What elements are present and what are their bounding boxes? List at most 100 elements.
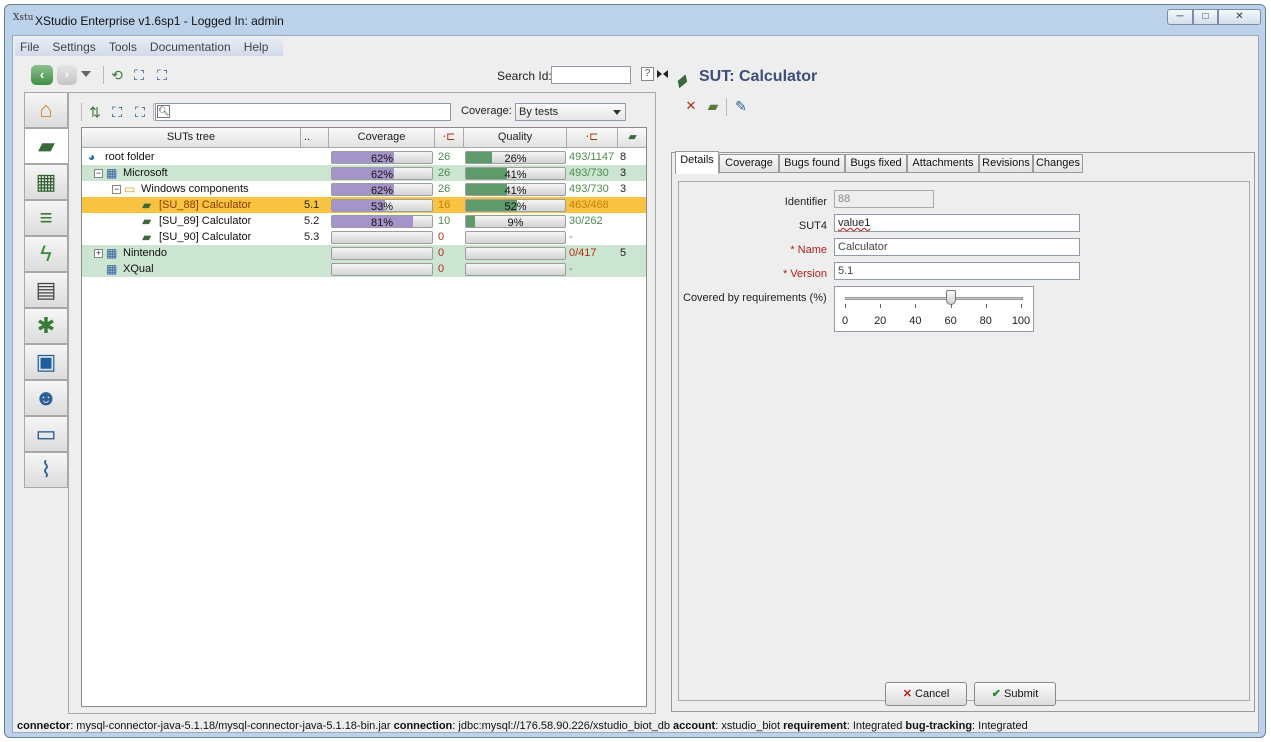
close-button[interactable]: ✕ (1218, 9, 1261, 25)
tab-changes[interactable]: Changes (1033, 154, 1083, 173)
copy-sut-icon[interactable]: ▰ (705, 98, 721, 114)
tab-bugs-found[interactable]: Bugs found (779, 154, 845, 173)
column-header-version[interactable]: .. (301, 128, 329, 148)
collapse-tree-icon[interactable]: ⛶ (132, 104, 148, 120)
tree-row[interactable]: − ▭ Windows components 62% 26 41% 493/730 3 (82, 181, 646, 197)
edit-sut-icon[interactable]: ✎ (733, 98, 749, 114)
requirements-tab[interactable]: ▦ (24, 164, 68, 200)
checkmark-icon: ✔ (991, 688, 1001, 700)
attachments-tab[interactable]: ⌇ (24, 452, 68, 488)
bug-count: 8 (620, 151, 627, 163)
sut-version (304, 245, 328, 261)
cancel-button[interactable]: ✕ Cancel (885, 682, 967, 706)
collapse-icon[interactable]: − (112, 185, 121, 194)
coverage-percent: 53% (370, 201, 394, 212)
expand-icon[interactable]: + (94, 249, 103, 258)
coverage-mode-select[interactable]: By tests (515, 103, 626, 121)
maximize-button[interactable]: □ (1193, 9, 1218, 25)
tests-tab[interactable]: ϟ (24, 236, 68, 272)
tree-row[interactable]: − ▦ Microsoft 62% 26 41% 493/730 3 (82, 165, 646, 181)
name-label: * Name (679, 244, 827, 256)
delete-sut-icon[interactable]: ✕ (683, 98, 699, 114)
refresh-icon[interactable]: ⟲ (109, 67, 125, 83)
submit-button[interactable]: ✔ Submit (974, 682, 1056, 706)
sut4-field[interactable]: value1 (834, 214, 1080, 232)
coverage-count: 26 (438, 183, 451, 195)
agents-tab[interactable]: ▭ (24, 416, 68, 452)
tab-attachments[interactable]: Attachments (907, 154, 979, 173)
coverage-slider[interactable]: 0 20 40 60 80 100 (834, 286, 1034, 332)
search-id-input[interactable] (551, 66, 631, 84)
bugs-tab[interactable]: ✱ (24, 308, 68, 344)
menu-settings[interactable]: Settings (47, 38, 100, 56)
tree-row[interactable]: ▰ [SU_88] Calculator 5.1 53% 16 52% 463/468 (82, 197, 646, 213)
sut-tab[interactable]: ▰ (24, 128, 68, 164)
version-field[interactable]: 5.1 (834, 262, 1080, 280)
sut-icon: ▰ (38, 133, 55, 158)
menu-tools[interactable]: Tools (104, 38, 142, 56)
books-icon: ≡ (39, 205, 53, 230)
refresh-tree-icon[interactable]: ⇅ (87, 104, 103, 120)
coverage-bar (331, 247, 433, 260)
coverage-bar: 62% (331, 183, 433, 196)
tree-row[interactable]: ▦ XQual 0 - (82, 261, 646, 277)
tab-details[interactable]: Details (675, 151, 719, 174)
users-tab[interactable]: ☻ (24, 380, 68, 416)
menu-file[interactable]: File (15, 38, 44, 56)
coverage-count: 0 (438, 247, 445, 259)
menu-help[interactable]: Help (239, 38, 274, 56)
sut-tree-panel: ⇅ ⛶ ⛶ 🔍︎ Coverage: By tests SUTs tree ..… (68, 92, 656, 714)
tree-row[interactable]: + ▦ Nintendo 0 0/417 5 (82, 245, 646, 261)
quality-count: 493/1147 (569, 151, 615, 163)
covered-label: Covered by requirements (%) (683, 292, 827, 304)
status-connector-value: : mysql-connector-java-5.1.18/mysql-conn… (70, 720, 391, 732)
minimize-button[interactable]: ─ (1167, 9, 1193, 25)
quality-tree-icon[interactable]: ⋅⊏ (567, 128, 618, 148)
sut-tree-table: SUTs tree .. Coverage ⋅⊏ Quality ⋅⊏ ▰ ◕ r… (81, 127, 647, 707)
tree-filter-input[interactable] (155, 103, 451, 121)
slider-thumb[interactable] (945, 290, 956, 305)
column-header-tree[interactable]: SUTs tree (82, 128, 301, 148)
quality-percent: 41% (504, 169, 527, 180)
sut-icon: ▰ (142, 198, 152, 212)
forward-button[interactable]: › (57, 65, 77, 85)
history-dropdown-icon[interactable] (81, 71, 91, 77)
expand-all-icon[interactable]: ⛶ (131, 67, 147, 83)
coverage-mode-label: Coverage: (461, 105, 512, 117)
tree-row[interactable]: ▰ [SU_89] Calculator 5.2 81% 10 9% 30/262 (82, 213, 646, 229)
help-icon[interactable]: ? (641, 67, 654, 81)
bug-count: 3 (620, 167, 627, 179)
collapse-icon[interactable]: − (94, 169, 103, 178)
column-header-quality[interactable]: Quality (464, 128, 567, 148)
tab-revisions[interactable]: Revisions (979, 154, 1033, 173)
company-star-icon: ▦ (106, 262, 118, 276)
projects-tab[interactable]: ▣ (24, 344, 68, 380)
sut-version: 5.2 (304, 215, 320, 227)
quality-percent: 9% (507, 217, 524, 228)
campaigns-tab[interactable]: ▤ (24, 272, 68, 308)
bugs-sut-icon[interactable]: ▰ (618, 128, 646, 148)
home-tab[interactable]: ⌂ (24, 92, 68, 128)
expand-tree-icon[interactable]: ⛶ (109, 104, 125, 120)
tree-row[interactable]: ▰ [SU_90] Calculator 5.3 0 - (82, 229, 646, 245)
user-icon: ☻ (34, 385, 58, 410)
coverage-tree-icon[interactable]: ⋅⊏ (435, 128, 464, 148)
toolbar-separator (103, 66, 104, 84)
menu-documentation[interactable]: Documentation (145, 38, 236, 56)
status-bugtracking-label: bug-tracking (905, 720, 973, 732)
tab-coverage[interactable]: Coverage (719, 154, 779, 173)
coverage-count: 0 (438, 263, 445, 275)
sut-version: 5.3 (304, 231, 320, 243)
panel-separator (81, 103, 82, 121)
slider-tick (880, 304, 882, 308)
collapse-all-icon[interactable]: ⛶ (154, 67, 170, 83)
tab-bugs-fixed[interactable]: Bugs fixed (845, 154, 907, 173)
coverage-count: 26 (438, 167, 451, 179)
splitter-right-arrow-icon[interactable] (657, 70, 662, 78)
column-header-coverage[interactable]: Coverage (329, 128, 435, 148)
back-button[interactable]: ‹ (31, 65, 53, 85)
name-field[interactable]: Calculator (834, 238, 1080, 256)
name-label-text: Name (797, 244, 827, 256)
specifications-tab[interactable]: ≡ (24, 200, 68, 236)
tree-row[interactable]: ◕ root folder 62% 26 26% 493/1147 8 (82, 149, 646, 165)
